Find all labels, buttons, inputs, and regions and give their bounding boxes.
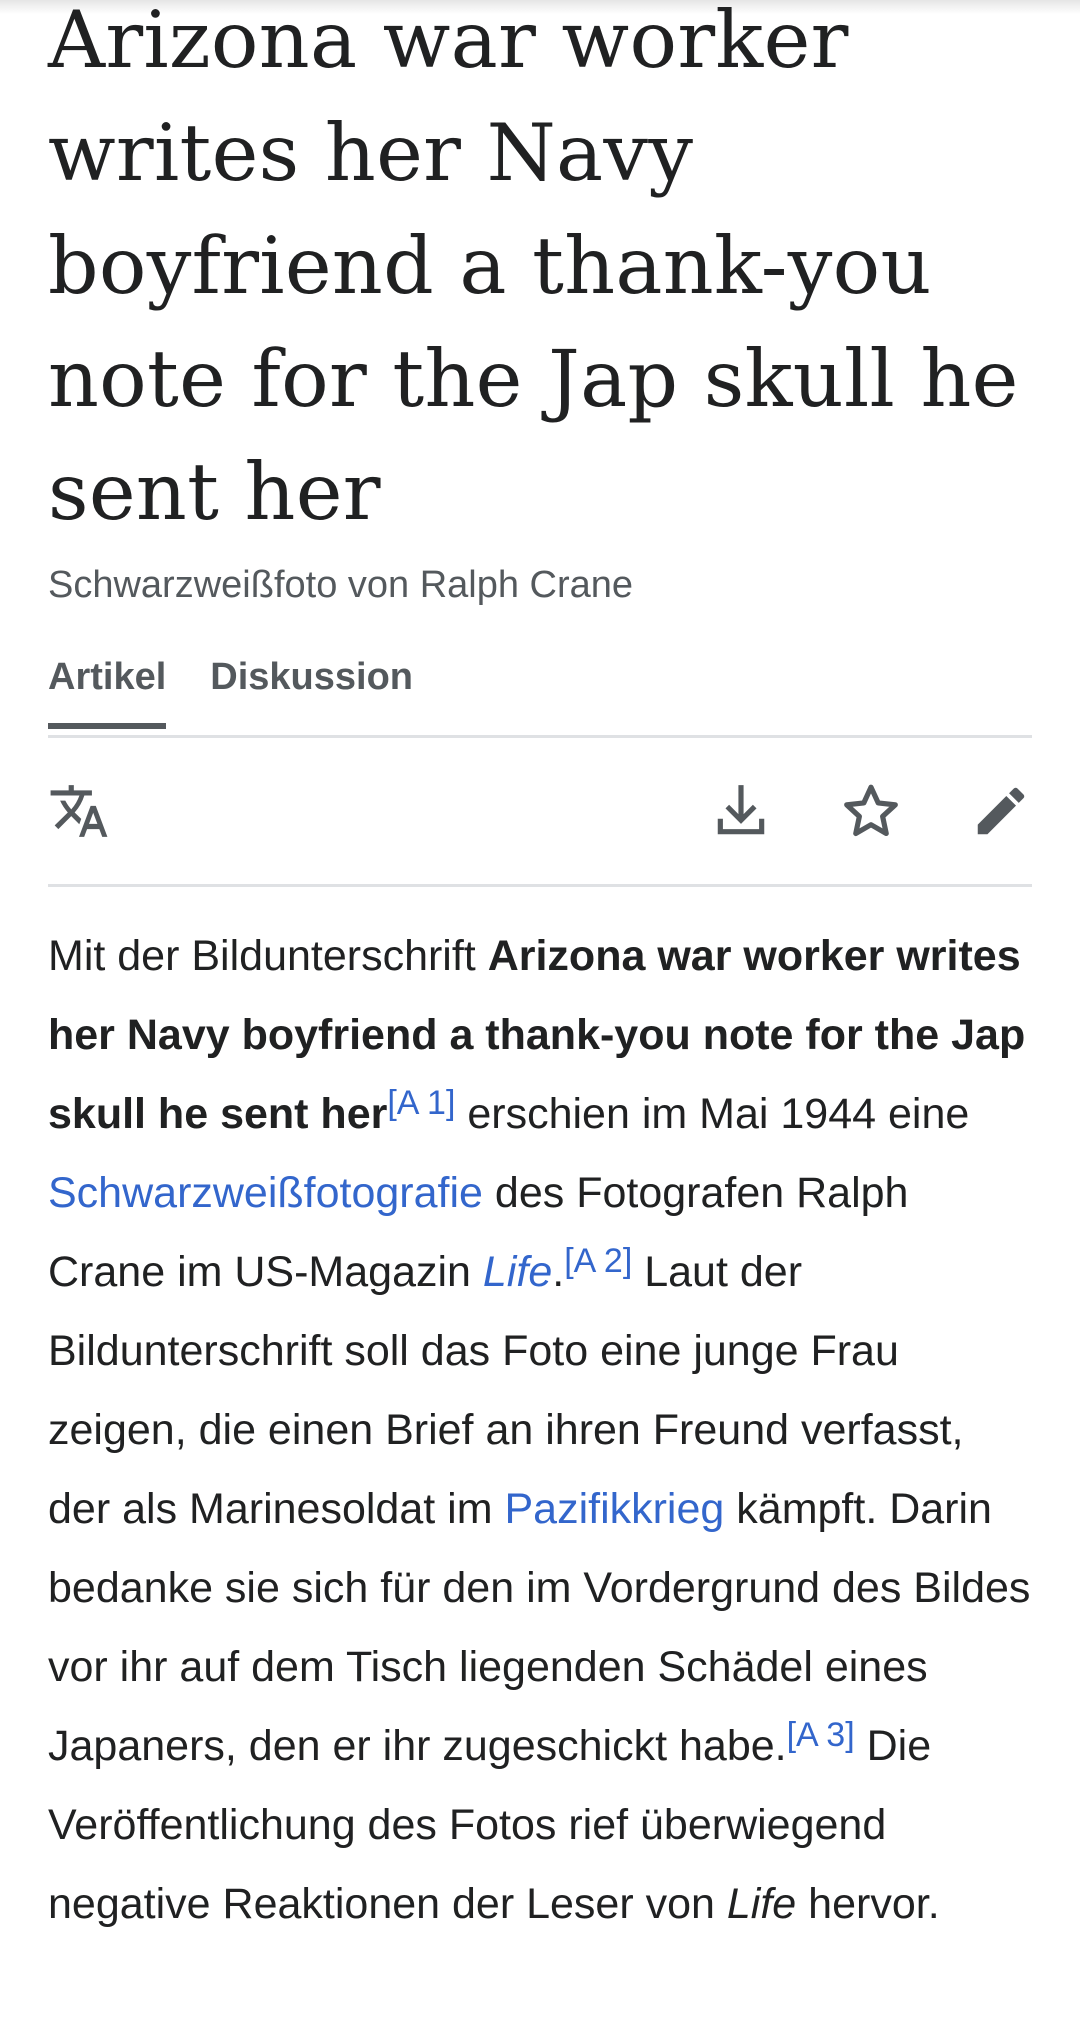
page-title: Arizona war worker writes her Navy boyfr… [48,0,1019,538]
paragraph-text: Mit der Bildunterschrift [48,932,488,980]
language-icon[interactable] [48,780,110,842]
link-schwarzweissfotografie[interactable]: Schwarzweißfotografie [48,1169,483,1217]
link-pazifikkrieg[interactable]: Pazifikkrieg [504,1485,724,1533]
page-subtitle: Schwarzweißfoto von Ralph Crane [48,564,634,606]
life-italic: Life [726,1880,797,1928]
reference-a2[interactable]: [A 2] [564,1242,632,1280]
edit-icon[interactable] [970,780,1032,842]
paragraph-text: erschien im Mai 1944 eine [455,1090,970,1138]
reference-a3-link[interactable]: [A 3] [787,1716,855,1754]
tab-bar: Artikel Diskussion [48,649,1032,738]
paragraph-text: . [552,1248,565,1296]
reference-a3[interactable]: [A 3] [787,1716,855,1754]
reference-a1-link[interactable]: [A 1] [387,1084,455,1122]
download-icon[interactable] [710,780,772,842]
tab-artikel[interactable]: Artikel [48,649,167,729]
tab-diskussion[interactable]: Diskussion [210,649,413,735]
link-life[interactable]: Life [483,1248,552,1296]
star-icon[interactable] [840,780,902,842]
reference-a2-link[interactable]: [A 2] [564,1242,632,1280]
article-body: Mit der Bildunterschrift Arizona war wor… [48,917,1032,1944]
page-actions-toolbar [48,738,1032,887]
paragraph-text: hervor. [796,1880,940,1928]
page-content: Arizona war worker writes her Navy boyfr… [48,0,1032,1944]
article-paragraph: Mit der Bildunterschrift Arizona war wor… [48,917,1032,1944]
reference-a1[interactable]: [A 1] [387,1084,455,1122]
